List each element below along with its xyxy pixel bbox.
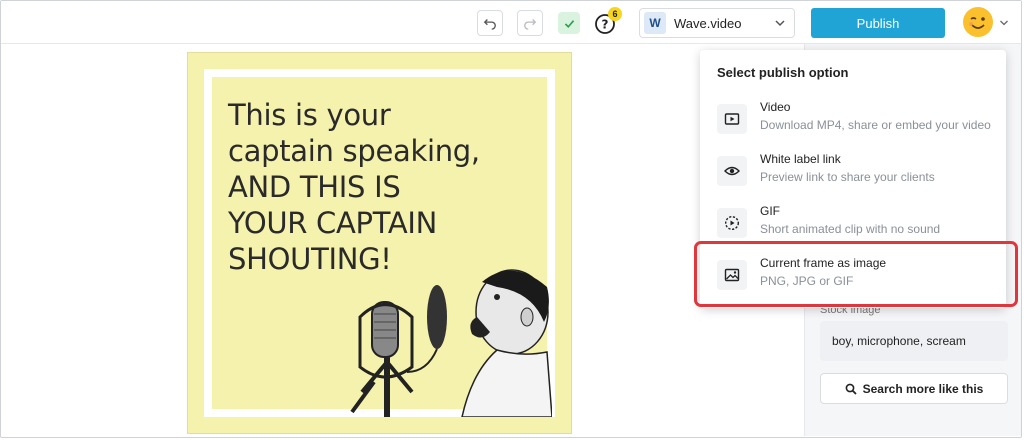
publish-option-current-frame-image[interactable]: Current frame as image PNG, JPG or GIF <box>700 248 1006 300</box>
publish-menu-title: Select publish option <box>717 65 849 80</box>
workspace-select[interactable]: W Wave.video <box>639 8 795 38</box>
canvas-headline-text[interactable]: This is your captain speaking, AND THIS … <box>228 97 548 277</box>
video-canvas[interactable]: This is your captain speaking, AND THIS … <box>187 52 572 434</box>
option-description: Short animated clip with no sound <box>760 222 941 236</box>
redo-icon <box>524 19 537 30</box>
canvas-frame: This is your captain speaking, AND THIS … <box>204 69 555 417</box>
check-icon <box>564 19 574 28</box>
svg-text:?: ? <box>602 18 609 32</box>
option-description: Preview link to share your clients <box>760 170 935 184</box>
publish-option-white-label-link[interactable]: White label link Preview link to share y… <box>700 144 1006 196</box>
wink-emoji-icon <box>964 8 992 36</box>
play-icon <box>717 104 747 134</box>
eye-icon <box>717 156 747 186</box>
undo-icon <box>483 19 496 30</box>
search-more-label: Search more like this <box>862 381 984 396</box>
help-button[interactable]: ? 6 <box>594 7 622 35</box>
notification-badge: 6 <box>608 7 622 21</box>
image-icon <box>717 260 747 290</box>
workspace-name: Wave.video <box>674 15 742 31</box>
gif-icon <box>717 208 747 238</box>
search-icon <box>845 383 857 395</box>
workspace-logo: W <box>644 12 666 34</box>
publish-option-video[interactable]: Video Download MP4, share or embed your … <box>700 92 1006 144</box>
publish-button[interactable]: Publish <box>811 8 945 38</box>
option-title: Current frame as image <box>760 256 887 270</box>
undo-button[interactable] <box>477 10 503 36</box>
stock-image-tags: boy, microphone, scream <box>820 321 1008 361</box>
saved-status-button[interactable] <box>558 12 580 34</box>
redo-button[interactable] <box>517 10 543 36</box>
chevron-down-icon <box>775 20 785 27</box>
publish-option-gif[interactable]: GIF Short animated clip with no sound <box>700 196 1006 248</box>
option-title: White label link <box>760 152 841 166</box>
option-description: Download MP4, share or embed your video <box>760 118 991 132</box>
avatar[interactable] <box>963 7 993 37</box>
search-more-button[interactable]: Search more like this <box>820 373 1008 404</box>
option-title: GIF <box>760 204 780 218</box>
top-toolbar: ? 6 W Wave.video Publish <box>1 1 1021 44</box>
chevron-down-icon[interactable] <box>999 18 1009 28</box>
publish-options-menu: Select publish option Video Download MP4… <box>700 50 1006 308</box>
stock-image-boy-microphone[interactable] <box>322 262 552 417</box>
option-title: Video <box>760 100 791 114</box>
option-description: PNG, JPG or GIF <box>760 274 854 288</box>
